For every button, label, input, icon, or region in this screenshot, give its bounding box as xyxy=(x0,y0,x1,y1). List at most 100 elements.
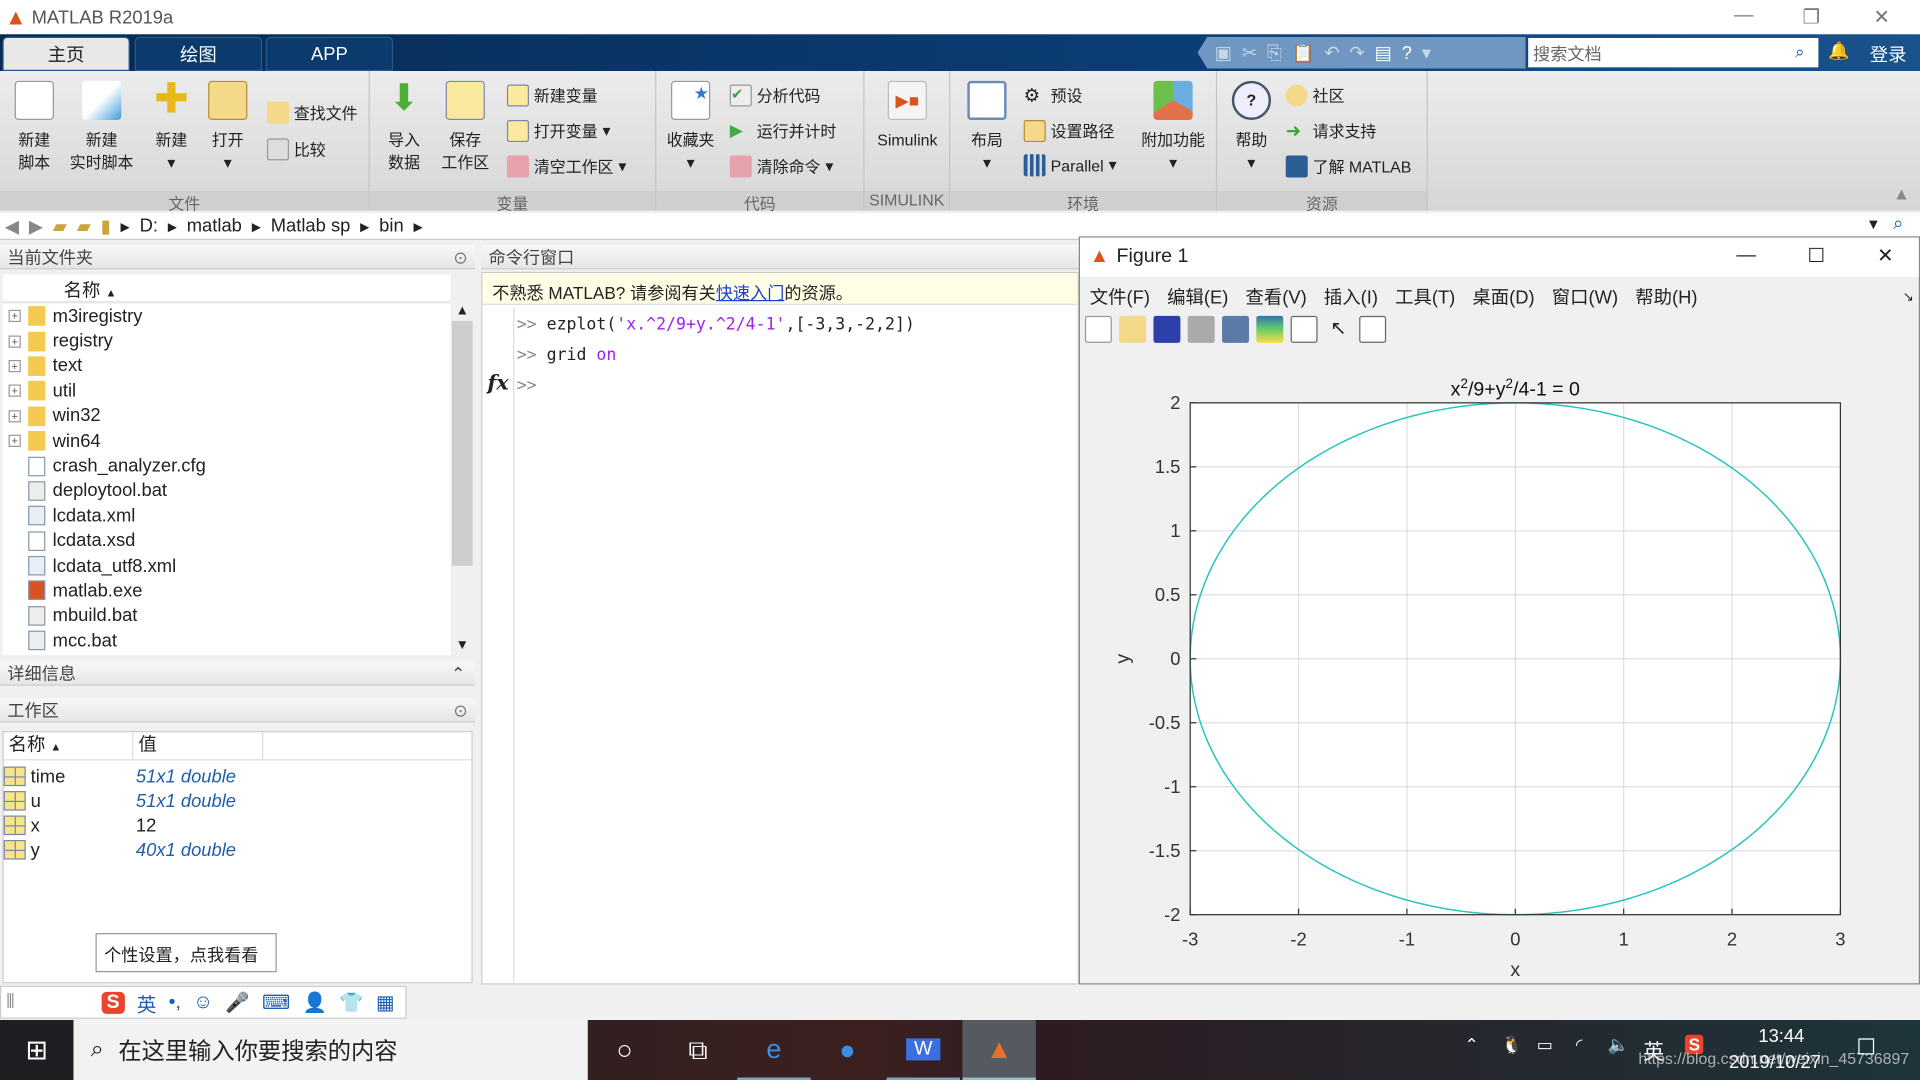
save-icon[interactable] xyxy=(1153,315,1181,343)
workspace-row[interactable]: y 40x1 double xyxy=(3,838,472,862)
file-list-item[interactable]: deploytool.bat xyxy=(2,478,450,503)
cut-icon[interactable]: ✂ xyxy=(1242,42,1257,64)
import-data-button[interactable]: ⬇ 导入 数据 xyxy=(380,80,429,174)
expand-icon[interactable]: + xyxy=(8,384,21,398)
file-list-scrollbar[interactable]: ▲ ▼ xyxy=(450,303,474,656)
favorites-button[interactable]: ★ 收藏夹 ▾ xyxy=(664,80,718,174)
help-icon[interactable]: ? xyxy=(1402,42,1412,63)
parallel-button[interactable]: Parallel ▾ xyxy=(1023,154,1117,177)
figure-menu-item[interactable]: 帮助(H) xyxy=(1635,284,1697,310)
browse-folder-icon[interactable]: ▰ xyxy=(77,215,91,237)
copy-icon[interactable]: ⎘ xyxy=(1267,42,1282,63)
figure-menu-item[interactable]: 桌面(D) xyxy=(1472,284,1534,310)
workspace-row[interactable]: u 51x1 double xyxy=(3,789,472,813)
matlab-taskbar-icon[interactable]: ▲ xyxy=(962,1020,1036,1080)
user-icon[interactable]: 👤 xyxy=(303,990,327,1014)
figure-menu-item[interactable]: 窗口(W) xyxy=(1552,284,1618,310)
figure-menu-item[interactable]: 工具(T) xyxy=(1395,284,1455,310)
panel-menu-icon[interactable]: ⊙ xyxy=(453,698,467,722)
workspace-row[interactable]: x 12 xyxy=(3,813,472,837)
details-header[interactable]: 详细信息 ⌃ xyxy=(0,661,476,686)
property-editor-icon[interactable] xyxy=(1359,315,1387,343)
forward-icon[interactable]: ▶ xyxy=(29,215,43,237)
volume-icon[interactable]: 🔈 xyxy=(1608,1035,1629,1056)
figure-menu-item[interactable]: 插入(I) xyxy=(1324,284,1378,310)
keyboard-icon[interactable]: ⌨ xyxy=(262,990,290,1014)
toolbox-icon[interactable]: ▦ xyxy=(376,990,395,1014)
figure-menu-item[interactable]: 文件(F) xyxy=(1090,284,1150,310)
punctuation-icon[interactable]: •, xyxy=(169,991,181,1013)
bell-icon[interactable]: 🔔 xyxy=(1828,40,1849,61)
file-list-item[interactable]: lcdata.xml xyxy=(2,503,450,528)
legend-icon[interactable] xyxy=(1290,315,1318,343)
column-header-value[interactable]: 值 xyxy=(133,732,264,760)
windows-start-icon[interactable]: ⊞ xyxy=(0,1020,73,1080)
file-list-item[interactable]: mcc.bat xyxy=(2,628,450,653)
plot-area[interactable]: -3 -2 -1 0 1 2 3-2-1.5-1-0.500.511.52x2/9+y2/4… xyxy=(1080,353,1920,986)
compare-button[interactable]: 比较 xyxy=(266,137,326,160)
analyze-code-button[interactable]: ✔ 分析代码 xyxy=(729,83,820,106)
expand-icon[interactable]: + xyxy=(8,310,21,323)
wifi-icon[interactable]: ◜ xyxy=(1576,1035,1583,1056)
notifications-icon[interactable]: ☐ xyxy=(1856,1035,1876,1061)
column-header-name[interactable]: 名称 ▲ xyxy=(4,732,134,760)
path-segment[interactable]: matlab xyxy=(187,216,242,237)
preferences-button[interactable]: ⚙ 预设 xyxy=(1024,83,1083,106)
clear-workspace-button[interactable]: 清空工作区 ▾ xyxy=(506,154,626,177)
fx-icon[interactable]: fx xyxy=(487,371,508,395)
file-list-item[interactable]: + m3iregistry xyxy=(2,304,450,329)
doc-search-input[interactable]: 搜索文档 xyxy=(1528,37,1819,68)
path-dropdown-icon[interactable]: ▼ xyxy=(1866,216,1881,233)
sogou-browser-icon[interactable]: ● xyxy=(811,1020,884,1080)
new-button[interactable]: ✚ 新建 ▾ xyxy=(147,78,196,174)
path-segment[interactable]: Matlab sp xyxy=(271,216,351,237)
taskbar-search-input[interactable]: ⌕ 在这里输入你要搜索的内容 xyxy=(73,1020,588,1080)
chevron-up-icon[interactable]: ⌃ xyxy=(451,661,465,685)
set-path-button[interactable]: 设置路径 xyxy=(1023,119,1114,142)
find-files-button[interactable]: 查找文件 xyxy=(266,100,358,124)
colorbar-icon[interactable] xyxy=(1256,315,1284,343)
request-support-link[interactable]: ➜ 请求支持 xyxy=(1286,119,1377,142)
cortana-icon[interactable]: ○ xyxy=(588,1020,661,1080)
file-list-item[interactable]: + util xyxy=(2,379,450,404)
simulink-button[interactable]: ▶■ Simulink xyxy=(872,80,943,152)
file-list-item[interactable]: + registry xyxy=(2,329,450,354)
tab-home[interactable]: 主页 xyxy=(2,36,130,72)
figure-menu-item[interactable]: 查看(V) xyxy=(1245,284,1306,310)
tab-plots[interactable]: 绘图 xyxy=(134,36,263,72)
search-icon[interactable]: ⌕ xyxy=(1893,213,1903,234)
edge-icon[interactable]: e xyxy=(737,1020,811,1080)
pointer-icon[interactable]: ↖ xyxy=(1325,316,1352,343)
close-button[interactable]: ✕ xyxy=(1873,5,1889,29)
layout-button[interactable]: 布局 ▾ xyxy=(960,80,1014,174)
dock-arrow-icon[interactable]: ↘ xyxy=(1903,289,1914,305)
switch-windows-icon[interactable]: ▤ xyxy=(1375,42,1392,64)
file-list-item[interactable]: + text xyxy=(2,354,450,379)
back-icon[interactable]: ◀ xyxy=(5,215,19,237)
ime-handle-icon[interactable]: ⦀ xyxy=(6,991,15,1013)
file-list-item[interactable]: lcdata_utf8.xml xyxy=(2,553,450,578)
tab-apps[interactable]: APP xyxy=(265,36,394,72)
new-figure-icon[interactable] xyxy=(1084,315,1112,343)
maximize-button[interactable]: ☐ xyxy=(1807,244,1825,268)
up-folder-icon[interactable]: ▰ xyxy=(53,215,67,237)
new-script-button[interactable]: 新建 脚本 xyxy=(10,80,59,174)
qq-icon[interactable]: 🐧 xyxy=(1501,1035,1522,1056)
ime-language[interactable]: 英 xyxy=(137,988,157,1017)
expand-icon[interactable]: + xyxy=(8,434,21,448)
community-link[interactable]: 社区 xyxy=(1285,83,1345,106)
clear-commands-button[interactable]: 清除命令 ▾ xyxy=(729,154,833,177)
emoji-icon[interactable]: ☺ xyxy=(193,991,213,1013)
learn-matlab-link[interactable]: 了解 MATLAB xyxy=(1285,154,1411,177)
close-button[interactable]: ✕ xyxy=(1877,244,1893,268)
skin-icon[interactable]: 👕 xyxy=(339,990,363,1014)
run-and-time-button[interactable]: ▶ 运行并计时 xyxy=(730,119,837,142)
battery-icon[interactable]: ▭ xyxy=(1537,1035,1553,1056)
sogou-logo-icon[interactable]: S xyxy=(101,991,125,1014)
column-header-name[interactable]: 名称 ▲ xyxy=(2,274,451,303)
help-button[interactable]: ? 帮助 ▾ xyxy=(1224,80,1278,174)
expand-icon[interactable]: + xyxy=(8,334,21,348)
task-view-icon[interactable]: ⧉ xyxy=(661,1020,734,1080)
microphone-icon[interactable]: 🎤 xyxy=(225,990,249,1014)
print-icon[interactable] xyxy=(1187,315,1215,343)
